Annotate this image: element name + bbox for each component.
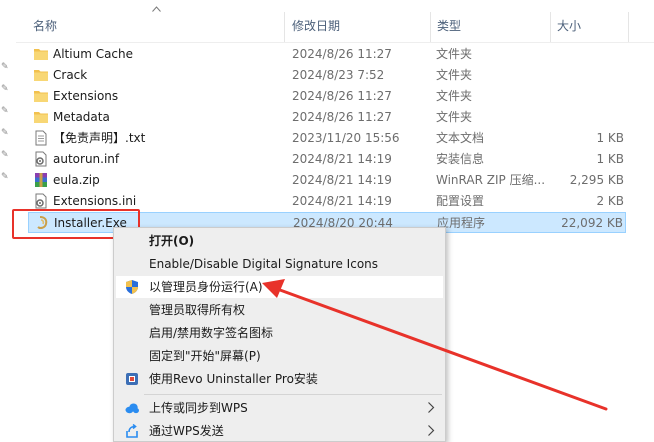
- folder-icon: [33, 67, 49, 83]
- column-divider[interactable]: [284, 12, 285, 42]
- menu-item-wps-send[interactable]: 通过WPS发送: [116, 420, 443, 441]
- file-row[interactable]: 【免责声明】.txt 2023/11/20 15:56 文本文档 1 KB: [28, 128, 626, 149]
- file-modified-date: 2024/8/26 11:27: [292, 47, 392, 61]
- file-row[interactable]: Metadata 2024/8/26 11:27 文件夹: [28, 107, 626, 128]
- column-divider[interactable]: [430, 12, 431, 42]
- file-name: Extensions.ini: [53, 194, 137, 208]
- file-size: 1 KB: [596, 131, 624, 145]
- file-size: 1 KB: [596, 152, 624, 166]
- text-file-icon: [33, 130, 49, 146]
- pin-icon: ✎: [1, 172, 9, 182]
- uac-shield-icon: [126, 280, 138, 294]
- file-row[interactable]: Crack 2024/8/23 7:52 文件夹: [28, 65, 626, 86]
- file-name: Metadata: [53, 110, 110, 124]
- file-name: Extensions: [53, 89, 119, 103]
- file-modified-date: 2024/8/26 11:27: [292, 110, 392, 124]
- column-header-row: 名称 修改日期 类型 大小: [0, 0, 654, 42]
- column-header-date[interactable]: 修改日期: [292, 17, 340, 34]
- file-type: 配置设置: [436, 194, 485, 208]
- file-name: Crack: [53, 68, 88, 82]
- menu-item-take-ownership[interactable]: 管理员取得所有权: [116, 299, 443, 321]
- menu-item-label: 启用/禁用数字签名图标: [149, 326, 274, 340]
- menu-item-label: 固定到"开始"屏幕(P): [149, 349, 261, 363]
- menu-item-pin-to-start[interactable]: 固定到"开始"屏幕(P): [116, 345, 443, 367]
- file-type: 文本文档: [436, 131, 485, 145]
- column-header-size[interactable]: 大小: [557, 17, 581, 34]
- file-type: 文件夹: [436, 110, 473, 124]
- file-type: WinRAR ZIP 压缩...: [436, 173, 546, 187]
- settings-file-icon: [33, 193, 49, 209]
- menu-item-wps-upload[interactable]: 上传或同步到WPS: [116, 397, 443, 419]
- pin-icon: ✎: [1, 62, 9, 72]
- revo-uninstaller-icon: [126, 373, 138, 385]
- quick-access-pin-strip: ✎ ✎ ✎ ✎ ✎ ✎: [0, 48, 12, 248]
- menu-item-label: Enable/Disable Digital Signature Icons: [149, 257, 379, 271]
- file-modified-date: 2024/8/23 7:52: [292, 68, 385, 82]
- folder-icon: [33, 88, 49, 104]
- file-modified-date: 2024/8/21 14:19: [292, 194, 392, 208]
- menu-separator: [144, 394, 442, 395]
- file-row[interactable]: Extensions 2024/8/26 11:27 文件夹: [28, 86, 626, 107]
- file-size: 2 KB: [596, 194, 624, 208]
- file-row[interactable]: Altium Cache 2024/8/26 11:27 文件夹: [28, 44, 626, 65]
- file-row[interactable]: Extensions.ini 2024/8/21 14:19 配置设置 2 KB: [28, 191, 626, 212]
- file-type: 文件夹: [436, 89, 473, 103]
- column-header-type[interactable]: 类型: [437, 17, 461, 34]
- file-type: 文件夹: [436, 68, 473, 82]
- menu-item-label: 使用Revo Uninstaller Pro安装: [149, 372, 318, 386]
- menu-item-label: 通过WPS发送: [149, 424, 224, 438]
- file-size: 22,092 KB: [561, 216, 623, 230]
- menu-item-revo-install[interactable]: 使用Revo Uninstaller Pro安装: [116, 368, 443, 390]
- file-type: 安装信息: [436, 152, 485, 166]
- file-name: eula.zip: [53, 173, 100, 187]
- pin-icon: ✎: [1, 84, 9, 94]
- column-divider[interactable]: [550, 12, 551, 42]
- file-modified-date: 2023/11/20 15:56: [292, 131, 400, 145]
- pin-icon: ✎: [1, 150, 9, 160]
- file-type: 文件夹: [436, 47, 473, 61]
- header-divider: [16, 42, 654, 43]
- installer-app-icon: [34, 215, 50, 231]
- pin-icon: ✎: [1, 106, 9, 116]
- file-name: autorun.inf: [53, 152, 120, 166]
- winrar-archive-icon: [33, 172, 49, 188]
- column-header-name[interactable]: 名称: [33, 17, 57, 34]
- menu-item-open[interactable]: 打开(O): [116, 230, 443, 252]
- file-size: 2,295 KB: [569, 173, 624, 187]
- menu-item-run-as-admin[interactable]: 以管理员身份运行(A): [116, 276, 443, 298]
- menu-item-label: 上传或同步到WPS: [149, 401, 248, 415]
- sort-ascending-icon: [152, 6, 161, 12]
- wps-share-icon: [126, 423, 138, 438]
- wps-cloud-icon: [125, 403, 139, 414]
- chevron-right-icon: [428, 425, 435, 436]
- file-row[interactable]: eula.zip 2024/8/21 14:19 WinRAR ZIP 压缩... 2…: [28, 170, 626, 191]
- file-modified-date: 2024/8/26 11:27: [292, 89, 392, 103]
- menu-item-label: 以管理员身份运行(A): [149, 280, 263, 294]
- file-row[interactable]: autorun.inf 2024/8/21 14:19 安装信息 1 KB: [28, 149, 626, 170]
- folder-icon: [33, 109, 49, 125]
- folder-icon: [33, 46, 49, 62]
- context-menu: 打开(O) Enable/Disable Digital Signature I…: [113, 227, 446, 442]
- settings-file-icon: [33, 151, 49, 167]
- column-divider[interactable]: [628, 12, 629, 42]
- menu-item-label: 打开(O): [149, 234, 195, 248]
- file-name: Altium Cache: [53, 47, 134, 61]
- file-name: 【免责声明】.txt: [53, 131, 146, 145]
- menu-item-toggle-signature-icons-cn[interactable]: 启用/禁用数字签名图标: [116, 322, 443, 344]
- file-explorer: ✎ ✎ ✎ ✎ ✎ ✎ 名称 修改日期 类型 大小 Altium Cache 20…: [0, 0, 654, 442]
- file-modified-date: 2024/8/21 14:19: [292, 152, 392, 166]
- file-modified-date: 2024/8/21 14:19: [292, 173, 392, 187]
- menu-item-toggle-signature-icons[interactable]: Enable/Disable Digital Signature Icons: [116, 253, 443, 275]
- pin-icon: ✎: [1, 128, 9, 138]
- menu-item-label: 管理员取得所有权: [149, 303, 246, 317]
- chevron-right-icon: [428, 402, 435, 413]
